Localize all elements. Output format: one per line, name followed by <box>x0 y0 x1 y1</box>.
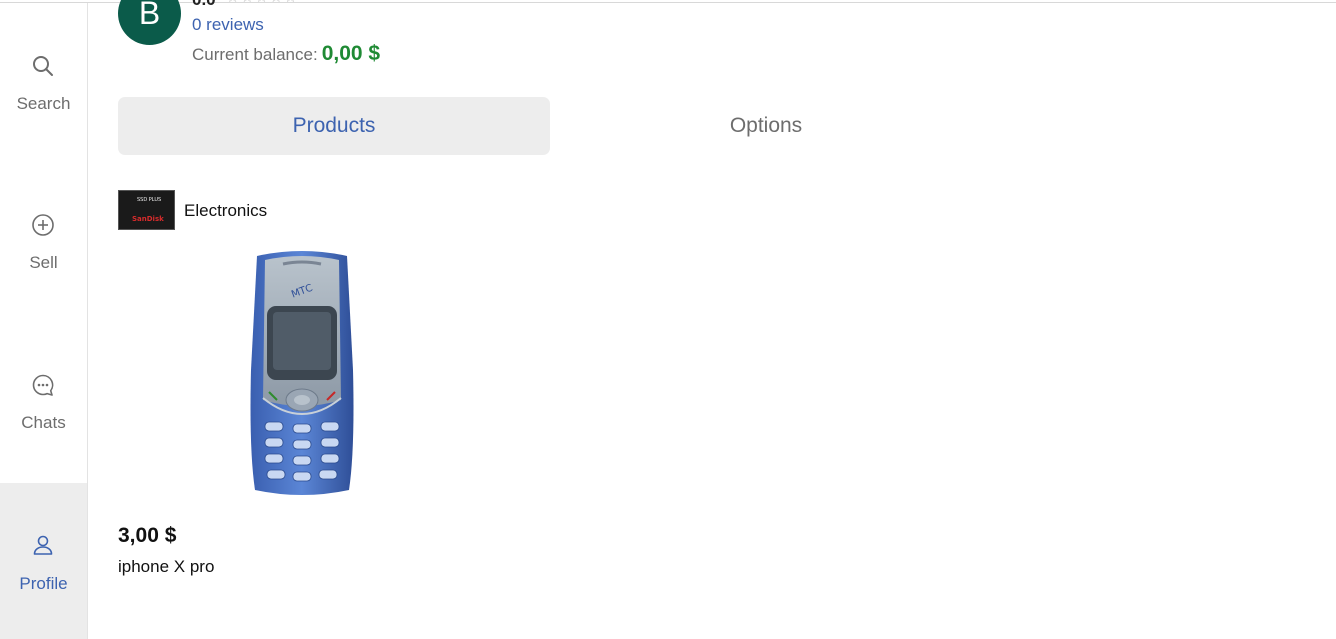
category-label: Electronics <box>184 201 268 220</box>
sidebar-item-label: Profile <box>19 574 68 593</box>
product-price: 3,00 $ <box>118 524 177 547</box>
sidebar-item-chats[interactable]: Chats <box>0 323 87 479</box>
sidebar-item-sell[interactable]: Sell <box>0 163 87 319</box>
sidebar-nav: Search Sell Chats Profile <box>0 3 88 639</box>
tab-label: Options <box>729 114 803 137</box>
product-name[interactable]: iphone X pro <box>118 557 214 577</box>
reviews-link[interactable]: 0 reviews <box>192 15 264 35</box>
avatar-letter: B <box>138 0 161 31</box>
tab-label: Products <box>292 114 376 137</box>
chat-bubble-icon <box>32 374 54 396</box>
sidebar-item-label: Search <box>16 94 71 113</box>
thumbnail-brand-text: SanDisk <box>132 215 164 223</box>
current-balance: Current balance: 0,00 $ <box>192 42 380 66</box>
product-image[interactable]: МТС <box>249 250 355 496</box>
rating-stars-icon: ☆☆☆☆☆ <box>226 0 298 6</box>
search-icon <box>33 56 53 76</box>
tab-options[interactable]: Options <box>550 97 982 155</box>
rating-value: 0.0 <box>192 0 216 10</box>
thumbnail-top-text: SSD PLUS <box>137 197 162 203</box>
balance-value: 0,00 $ <box>321 42 381 65</box>
sidebar-item-label: Chats <box>21 413 66 432</box>
avatar: B <box>118 0 181 45</box>
tab-products[interactable]: Products <box>118 97 550 155</box>
plus-circle-icon <box>32 214 54 236</box>
sidebar-item-search[interactable]: Search <box>0 3 87 159</box>
sidebar-item-profile[interactable]: Profile <box>0 483 87 639</box>
user-icon <box>33 535 53 555</box>
sidebar-item-label: Sell <box>29 253 58 272</box>
balance-label: Current balance: <box>192 45 318 64</box>
category-thumbnail: SSD PLUS SanDisk <box>118 190 175 230</box>
